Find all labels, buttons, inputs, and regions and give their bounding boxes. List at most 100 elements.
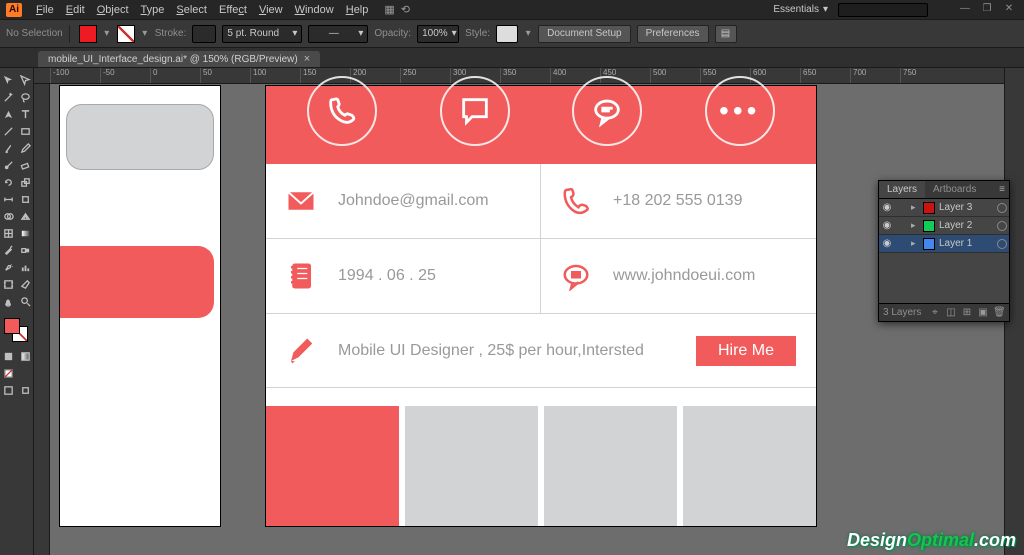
- tool-gradient[interactable]: [17, 225, 34, 242]
- tool-symbol-sprayer[interactable]: [0, 259, 17, 276]
- layer-row[interactable]: ◉ ▸ Layer 3: [879, 199, 1009, 217]
- tool-line[interactable]: [0, 123, 17, 140]
- fill-dropdown[interactable]: ▾: [103, 25, 111, 43]
- colormode-none[interactable]: [0, 365, 17, 382]
- layer-row[interactable]: ◉ ▸ Layer 1: [879, 235, 1009, 253]
- stroke-weight-input[interactable]: [192, 25, 216, 43]
- tool-perspective[interactable]: [17, 208, 34, 225]
- stroke-profile-select[interactable]: 5 pt. Round▾: [222, 25, 302, 43]
- tool-blob-brush[interactable]: [0, 157, 17, 174]
- align-button[interactable]: ▤: [715, 25, 737, 43]
- style-select[interactable]: [496, 25, 518, 43]
- screenmode-normal[interactable]: [0, 382, 17, 399]
- preferences-button[interactable]: Preferences: [637, 25, 709, 43]
- selection-status: No Selection: [6, 28, 63, 39]
- tool-scale[interactable]: [17, 174, 34, 191]
- menu-type[interactable]: Type: [135, 2, 171, 18]
- tab-layers[interactable]: Layers: [879, 181, 925, 198]
- window-close[interactable]: ✕: [1000, 3, 1018, 17]
- colormode-color[interactable]: [0, 348, 17, 365]
- tool-pencil[interactable]: [17, 140, 34, 157]
- tool-blend[interactable]: [17, 242, 34, 259]
- stroke-dropdown[interactable]: ▾: [141, 25, 149, 43]
- make-clip-icon[interactable]: ◫: [945, 307, 957, 318]
- menu-effect[interactable]: Effect: [213, 2, 253, 18]
- visibility-toggle[interactable]: ◉: [881, 220, 893, 231]
- tool-free-transform[interactable]: [17, 191, 34, 208]
- layer-name[interactable]: Layer 1: [939, 238, 993, 249]
- tool-paintbrush[interactable]: [0, 140, 17, 157]
- tool-eyedropper[interactable]: [0, 242, 17, 259]
- call-circle-icon: [307, 76, 377, 146]
- delete-layer-icon[interactable]: 🗑: [993, 307, 1005, 318]
- drawmode-button[interactable]: [17, 382, 34, 399]
- tool-mesh[interactable]: [0, 225, 17, 242]
- window-restore[interactable]: ❐: [978, 3, 996, 17]
- expand-toggle[interactable]: ▸: [911, 238, 919, 249]
- design-grey-block: [66, 104, 214, 170]
- tool-type[interactable]: [17, 106, 34, 123]
- target-icon[interactable]: [997, 203, 1007, 213]
- layout-icon[interactable]: ▦: [384, 3, 394, 16]
- new-sublayer-icon[interactable]: ⊞: [961, 307, 973, 318]
- fill-swatch[interactable]: [79, 25, 97, 43]
- fill-color-swatch[interactable]: [4, 318, 20, 334]
- sync-icon[interactable]: ⟲: [401, 3, 410, 16]
- target-icon[interactable]: [997, 221, 1007, 231]
- tool-column-graph[interactable]: [17, 259, 34, 276]
- visibility-toggle[interactable]: ◉: [881, 238, 893, 249]
- fill-stroke-swatches[interactable]: [0, 316, 33, 346]
- tool-rectangle[interactable]: [17, 123, 34, 140]
- vertical-ruler: [34, 84, 50, 555]
- tool-selection[interactable]: [0, 72, 17, 89]
- new-layer-icon[interactable]: ▣: [977, 307, 989, 318]
- dob-value: 1994 . 06 . 25: [338, 267, 436, 285]
- document-setup-button[interactable]: Document Setup: [538, 25, 631, 43]
- tool-rotate[interactable]: [0, 174, 17, 191]
- menu-window[interactable]: Window: [289, 2, 340, 18]
- design-top-bar: •••: [266, 86, 816, 164]
- menu-select[interactable]: Select: [170, 2, 213, 18]
- layer-name[interactable]: Layer 3: [939, 202, 993, 213]
- menu-object[interactable]: Object: [91, 2, 135, 18]
- tool-pen[interactable]: [0, 106, 17, 123]
- canvas[interactable]: -100-500 50100150 200250300 350400450 50…: [34, 68, 1004, 555]
- layer-name[interactable]: Layer 2: [939, 220, 993, 231]
- stroke-swatch[interactable]: [117, 25, 135, 43]
- tool-width[interactable]: [0, 191, 17, 208]
- horizontal-ruler: -100-500 50100150 200250300 350400450 50…: [34, 68, 1004, 84]
- help-search-input[interactable]: [838, 3, 928, 17]
- tool-lasso[interactable]: [17, 89, 34, 106]
- locate-object-icon[interactable]: ⌖: [929, 307, 941, 318]
- workspace-switcher[interactable]: Essentials▾: [767, 3, 834, 16]
- expand-toggle[interactable]: ▸: [911, 220, 919, 231]
- tool-slice[interactable]: [17, 276, 34, 293]
- window-minimize[interactable]: —: [956, 3, 974, 17]
- tools-panel: [0, 68, 34, 555]
- tool-shape-builder[interactable]: [0, 208, 17, 225]
- opacity-input[interactable]: 100%▾: [417, 25, 459, 43]
- tool-zoom[interactable]: [17, 293, 34, 310]
- layers-panel[interactable]: Layers Artboards ≡ ◉ ▸ Layer 3 ◉ ▸ Layer…: [878, 180, 1010, 322]
- expand-toggle[interactable]: ▸: [911, 202, 919, 213]
- tool-hand[interactable]: [0, 293, 17, 310]
- tool-artboard[interactable]: [0, 276, 17, 293]
- tab-artboards[interactable]: Artboards: [925, 181, 984, 198]
- menu-help[interactable]: Help: [340, 2, 375, 18]
- tool-direct-selection[interactable]: [17, 72, 34, 89]
- tool-magic-wand[interactable]: [0, 89, 17, 106]
- menu-file[interactable]: File: [30, 2, 60, 18]
- tool-eraser[interactable]: [17, 157, 34, 174]
- close-icon[interactable]: ×: [304, 53, 310, 65]
- layer-row[interactable]: ◉ ▸ Layer 2: [879, 217, 1009, 235]
- panel-menu-icon[interactable]: ≡: [995, 181, 1009, 198]
- chevron-down-icon: ▾: [292, 28, 297, 39]
- menu-view[interactable]: View: [253, 2, 289, 18]
- document-tab[interactable]: mobile_UI_Interface_design.ai* @ 150% (R…: [38, 51, 320, 67]
- style-dropdown[interactable]: ▾: [524, 25, 532, 43]
- colormode-gradient[interactable]: [17, 348, 34, 365]
- target-icon[interactable]: [997, 239, 1007, 249]
- brush-select[interactable]: —▾: [308, 25, 368, 43]
- menu-edit[interactable]: Edit: [60, 2, 91, 18]
- visibility-toggle[interactable]: ◉: [881, 202, 893, 213]
